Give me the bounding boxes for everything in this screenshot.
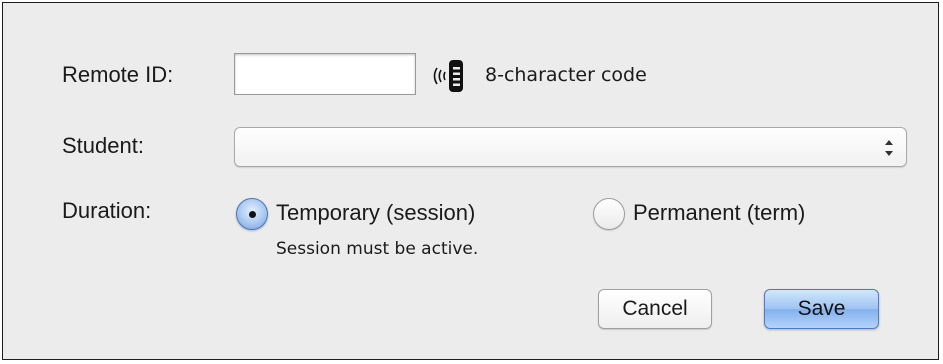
code-hint-text: 8-character code (485, 64, 647, 86)
add-remote-dialog: Remote ID: 8-character code Student: Dur… (2, 2, 939, 360)
temporary-radio[interactable] (236, 198, 268, 230)
session-note: Session must be active. (276, 239, 479, 259)
temporary-radio-label[interactable]: Temporary (session) (276, 200, 475, 226)
up-down-chevron-icon (885, 140, 893, 156)
duration-label: Duration: (62, 198, 152, 223)
save-button[interactable]: Save (764, 289, 879, 329)
remote-id-input[interactable] (234, 53, 416, 95)
rfid-remote-icon (433, 60, 463, 92)
permanent-radio-label[interactable]: Permanent (term) (633, 200, 805, 226)
student-select[interactable] (234, 127, 907, 167)
remote-id-label: Remote ID: (62, 62, 174, 87)
permanent-radio[interactable] (593, 198, 625, 230)
cancel-button[interactable]: Cancel (598, 289, 712, 329)
student-label: Student: (62, 133, 144, 158)
